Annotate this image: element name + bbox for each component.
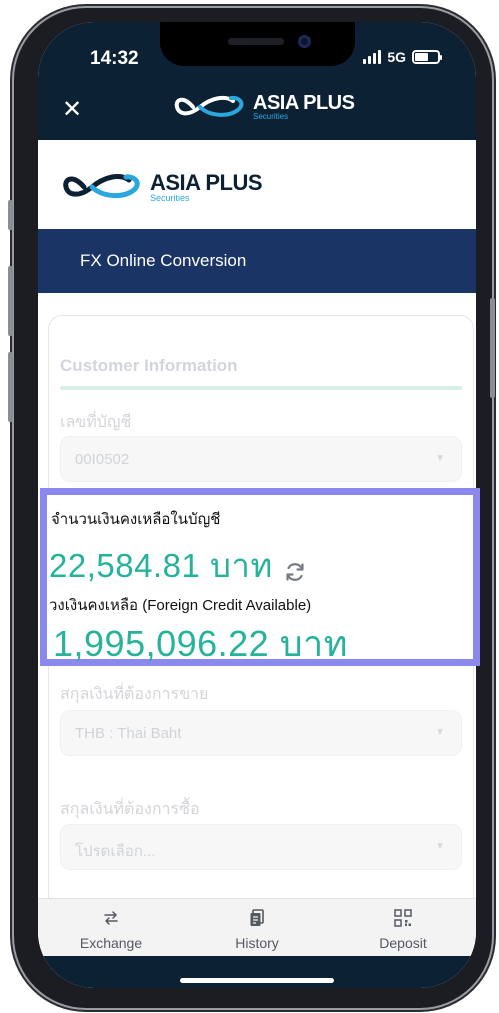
home-indicator[interactable] xyxy=(180,978,334,983)
credit-label: วงเงินคงเหลือ (Foreign Credit Available) xyxy=(49,597,312,614)
exchange-icon xyxy=(102,907,120,929)
balance-amount-row: 22,584.81 บาท xyxy=(49,539,307,592)
balance-highlight-box: จำนวนเงินคงเหลือในบัญชี 22,584.81 บาท วง… xyxy=(40,488,480,666)
page-title: FX Online Conversion xyxy=(80,251,247,270)
section-band: FX Online Conversion xyxy=(38,229,476,293)
tab-deposit-label: Deposit xyxy=(379,935,427,951)
buy-currency-select[interactable]: โปรดเลือก... ▼ xyxy=(60,824,462,870)
status-time: 14:32 xyxy=(90,48,139,69)
top-bar-logo: ASIA PLUS Securities xyxy=(173,92,355,122)
asia-plus-logo-mark xyxy=(63,174,140,198)
notch xyxy=(160,22,355,66)
account-number-select[interactable]: 00I0502 ▼ xyxy=(60,436,462,482)
mute-switch xyxy=(8,200,13,230)
signal-icon xyxy=(363,50,382,64)
header-logo-sub: Securities xyxy=(150,192,190,203)
account-number-label: เลขที่บัญชี xyxy=(60,414,132,431)
status-indicators: 5G xyxy=(363,49,442,65)
volume-down-button xyxy=(8,352,13,422)
buy-currency-label: สกุลเงินที่ต้องการซื้อ xyxy=(60,801,200,818)
power-button xyxy=(490,298,495,398)
history-icon xyxy=(249,907,265,929)
chevron-down-icon: ▼ xyxy=(435,453,445,464)
asia-plus-logo-mark xyxy=(174,95,244,117)
balance-label: จำนวนเงินคงเหลือในบัญชี xyxy=(51,511,221,528)
volume-up-button xyxy=(8,266,13,336)
top-logo-sub: Securities xyxy=(253,112,289,121)
close-button[interactable]: ✕ xyxy=(58,98,86,126)
account-number-value: 00I0502 xyxy=(75,451,130,468)
refresh-icon[interactable] xyxy=(283,554,307,581)
bottom-tab-bar: Exchange History Deposit xyxy=(38,898,476,956)
sell-currency-select[interactable]: THB : Thai Baht ▼ xyxy=(60,710,462,756)
credit-amount: 1,995,096.22 บาท xyxy=(53,623,348,664)
tab-exchange[interactable]: Exchange xyxy=(38,899,184,956)
section-divider xyxy=(60,386,462,390)
home-indicator-area xyxy=(38,956,476,988)
header-logo-main: ASIA PLUS xyxy=(150,169,263,195)
qr-code-icon xyxy=(394,907,412,929)
buy-currency-placeholder: โปรดเลือก... xyxy=(75,843,156,860)
brand-header-logo: ASIA PLUS Securities xyxy=(62,169,263,204)
speaker xyxy=(228,38,284,45)
section-title: Customer Information xyxy=(60,356,238,375)
network-type: 5G xyxy=(387,49,406,65)
balance-amount: 22,584.81 บาท xyxy=(49,547,273,584)
chevron-down-icon: ▼ xyxy=(435,841,445,852)
top-app-bar: 14:32 5G ✕ ASIA PLUS Securities xyxy=(38,22,476,140)
battery-icon xyxy=(412,50,442,64)
tab-history-label: History xyxy=(235,935,279,951)
top-logo-main: ASIA PLUS xyxy=(253,92,355,114)
tab-deposit[interactable]: Deposit xyxy=(330,899,476,956)
close-icon: ✕ xyxy=(61,96,83,123)
tab-exchange-label: Exchange xyxy=(79,935,143,951)
chevron-down-icon: ▼ xyxy=(435,727,445,738)
sell-currency-label: สกุลเงินที่ต้องการขาย xyxy=(60,686,209,703)
tab-history[interactable]: History xyxy=(184,899,330,956)
front-camera xyxy=(298,35,311,48)
header-logo-text: ASIA PLUS Securities xyxy=(150,169,263,203)
sell-currency-value: THB : Thai Baht xyxy=(75,725,182,742)
top-logo-text: ASIA PLUS Securities xyxy=(253,92,355,121)
